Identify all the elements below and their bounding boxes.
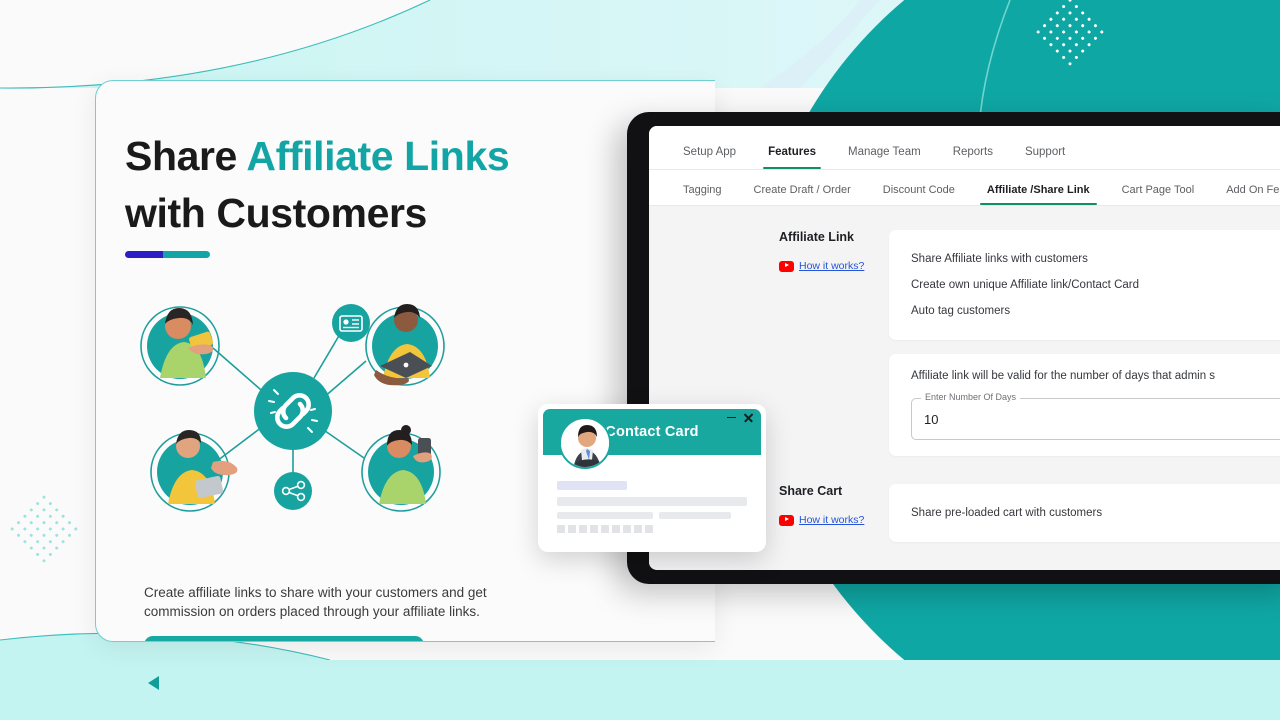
section-title-affiliate-link: Affiliate Link: [779, 230, 855, 244]
previous-arrow-icon[interactable]: [148, 676, 159, 690]
contact-card-window: Contact Card: [538, 404, 766, 552]
feature-item: Share pre-loaded cart with customers: [911, 507, 1103, 519]
how-it-works-link-affiliate[interactable]: How it works?: [779, 260, 864, 272]
number-of-days-field[interactable]: Enter Number Of Days: [911, 392, 1280, 440]
youtube-icon: [779, 514, 794, 526]
tab-add-on-features[interactable]: Add On Features: [1210, 184, 1280, 205]
share-cart-features-panel: Share pre-loaded cart with customers: [889, 484, 1280, 542]
headline-accent: Affiliate Links: [246, 133, 510, 179]
affiliate-network-illustration: [140, 304, 445, 512]
skeleton-line: [557, 512, 653, 519]
poster-stage: Share Affiliate Links with Customers Cre…: [0, 0, 1280, 720]
skeleton-line: [557, 481, 627, 490]
tab-create-draft-order[interactable]: Create Draft / Order: [738, 184, 867, 205]
how-it-works-link-share-cart[interactable]: How it works?: [779, 514, 864, 526]
hero-card: Share Affiliate Links with Customers Cre…: [95, 80, 715, 642]
number-of-days-input[interactable]: [924, 411, 1272, 427]
tab-discount-code[interactable]: Discount Code: [867, 184, 971, 205]
skeleton-squares: [557, 525, 747, 533]
affiliate-link-panels: Share Affiliate links with customers Cre…: [889, 230, 1280, 470]
title-accent-bar: [125, 251, 210, 258]
feature-item: Share Affiliate links with customers: [911, 253, 1088, 265]
tab-setup-app[interactable]: Setup App: [667, 146, 752, 169]
share-cart-panels: Share pre-loaded cart with customers: [889, 484, 1280, 556]
contact-card-body: [543, 455, 761, 543]
tab-tagging[interactable]: Tagging: [667, 184, 738, 205]
avatar: [559, 417, 611, 469]
affiliate-features-panel: Share Affiliate links with customers Cre…: [889, 230, 1280, 340]
skeleton-line: [659, 512, 731, 519]
tab-features[interactable]: Features: [752, 146, 832, 169]
headline-part1: Share: [125, 133, 247, 179]
hero-cta-button[interactable]: [144, 636, 424, 641]
youtube-icon: [779, 260, 794, 272]
how-it-works-label: How it works?: [799, 260, 865, 272]
tab-cart-page-tool[interactable]: Cart Page Tool: [1106, 184, 1211, 205]
primary-tab-bar: Setup App Features Manage Team Reports S…: [649, 126, 1280, 170]
affiliate-link-label-col: Affiliate Link How it works?: [649, 230, 889, 277]
page-title: Share Affiliate Links with Customers: [125, 128, 510, 242]
contact-card-title: Contact Card: [605, 424, 699, 440]
how-it-works-label: How it works?: [799, 514, 865, 526]
skeleton-line: [557, 497, 747, 506]
validity-note: Affiliate link will be valid for the num…: [911, 370, 1216, 382]
window-controls: [727, 412, 754, 423]
tab-affiliate-share-link[interactable]: Affiliate /Share Link: [971, 184, 1106, 205]
tab-reports[interactable]: Reports: [937, 146, 1009, 169]
affiliate-validity-panel: Affiliate link will be valid for the num…: [889, 354, 1280, 456]
section-title-share-cart: Share Cart: [779, 484, 843, 498]
feature-item: Auto tag customers: [911, 305, 1011, 317]
tab-support[interactable]: Support: [1009, 146, 1081, 169]
minimize-icon[interactable]: [727, 416, 736, 419]
close-icon[interactable]: [743, 412, 754, 423]
headline-line2: with Customers: [125, 190, 427, 236]
tab-manage-team[interactable]: Manage Team: [832, 146, 937, 169]
feature-item: Create own unique Affiliate link/Contact…: [911, 279, 1140, 291]
number-of-days-label: Enter Number Of Days: [921, 392, 1021, 402]
secondary-tab-bar: Tagging Create Draft / Order Discount Co…: [649, 170, 1280, 206]
hero-description: Create affiliate links to share with you…: [144, 585, 487, 619]
